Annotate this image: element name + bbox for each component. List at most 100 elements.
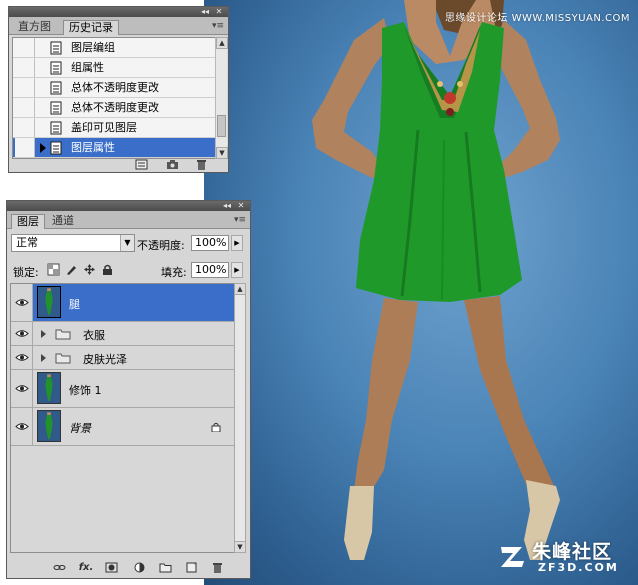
history-item-selected[interactable]: 图层属性 <box>13 138 221 158</box>
fill-input[interactable]: 100% <box>191 262 229 278</box>
new-group-icon[interactable] <box>159 562 172 573</box>
lock-fill-row: 锁定: 填充: 100% ▶ <box>7 259 250 281</box>
layers-panel-tabs: 图层 通道 ▾≡ <box>7 211 250 229</box>
scroll-up-icon[interactable]: ▲ <box>234 283 246 295</box>
history-source-toggle[interactable] <box>15 38 35 57</box>
history-item[interactable]: 盖印可见图层 <box>13 118 221 138</box>
trash-icon[interactable] <box>211 562 224 573</box>
history-source-toggle[interactable] <box>15 138 35 157</box>
fill-label: 填充: <box>161 266 187 279</box>
group-expand-triangle-icon[interactable] <box>41 330 46 338</box>
close-panel-icon[interactable]: ✕ <box>212 7 226 17</box>
chevron-down-icon[interactable]: ▼ <box>120 235 134 251</box>
layer-group-clothes[interactable]: 衣服 <box>11 322 235 346</box>
panel-menu-icon[interactable]: ▾≡ <box>234 214 246 226</box>
scroll-thumb[interactable] <box>217 115 226 137</box>
layer-mask-icon[interactable] <box>105 562 118 573</box>
layer-row-leg[interactable]: 腿 <box>11 284 235 322</box>
history-source-toggle[interactable] <box>15 58 35 77</box>
history-item-label: 盖印可见图层 <box>71 121 137 134</box>
history-scrollbar[interactable]: ▲ ▼ <box>215 37 228 159</box>
layers-panel-footer: fx. <box>7 558 250 578</box>
history-panel-titlebar[interactable]: ◂◂ ✕ <box>9 7 228 17</box>
layer-row-background[interactable]: 背景 <box>11 408 235 446</box>
panel-menu-icon[interactable]: ▾≡ <box>212 20 224 32</box>
eye-icon <box>15 423 29 430</box>
watermark-domain: ZF3D.COM <box>538 561 619 574</box>
lock-image-pixels-brush-icon[interactable] <box>65 263 78 276</box>
fill-slider-arrow-icon[interactable]: ▶ <box>231 262 243 278</box>
lock-all-padlock-icon[interactable] <box>101 263 114 276</box>
history-source-toggle[interactable] <box>15 118 35 137</box>
history-item[interactable]: 图层编组 <box>13 38 221 58</box>
layer-locked-padlock-icon <box>211 422 221 432</box>
history-item-label: 总体不透明度更改 <box>71 101 159 114</box>
history-item-label: 组属性 <box>71 61 104 74</box>
blend-mode-select[interactable]: 正常 ▼ <box>11 234 135 252</box>
history-panel: ◂◂ ✕ 直方图 历史记录 ▾≡ 图层编组 组属性 总体不透明度更改 总体不透明… <box>8 6 229 173</box>
zf3d-logo-icon <box>501 547 524 567</box>
layer-style-fx-icon[interactable]: fx. <box>77 562 95 573</box>
opacity-label: 不透明度: <box>137 239 185 252</box>
tab-histogram[interactable]: 直方图 <box>13 20 56 35</box>
layer-name: 背景 <box>69 422 91 435</box>
layer-thumbnail <box>37 286 61 318</box>
layer-name: 皮肤光泽 <box>83 353 127 366</box>
eye-icon <box>15 354 29 361</box>
new-document-from-state-icon[interactable] <box>135 159 148 170</box>
history-item[interactable]: 总体不透明度更改 <box>13 78 221 98</box>
collapse-panel-icon[interactable]: ◂◂ <box>220 201 234 211</box>
close-panel-icon[interactable]: ✕ <box>234 201 248 211</box>
blend-opacity-row: 正常 ▼ 不透明度: 100% ▶ <box>7 232 250 254</box>
tab-layers[interactable]: 图层 <box>11 214 45 229</box>
scroll-down-icon[interactable]: ▼ <box>234 541 246 553</box>
visibility-toggle[interactable] <box>11 370 33 407</box>
collapse-panel-icon[interactable]: ◂◂ <box>198 7 212 17</box>
adjustment-layer-icon[interactable] <box>133 562 146 573</box>
tab-history[interactable]: 历史记录 <box>63 20 119 35</box>
eye-icon <box>15 385 29 392</box>
layer-list: 腿 衣服 皮肤光泽 修饰 1 背景 <box>10 283 236 553</box>
current-state-marker-icon <box>40 143 46 153</box>
blend-mode-value: 正常 <box>16 236 38 249</box>
history-item[interactable]: 组属性 <box>13 58 221 78</box>
trash-icon[interactable] <box>195 159 208 170</box>
watermark-top: 思缘设计论坛 WWW.MISSYUAN.COM <box>444 13 630 24</box>
scroll-up-icon[interactable]: ▲ <box>216 37 228 49</box>
history-state-icon <box>50 81 62 95</box>
history-source-toggle[interactable] <box>15 78 35 97</box>
layer-name: 修饰 1 <box>69 384 102 397</box>
layers-scrollbar[interactable]: ▲ ▼ <box>234 283 246 553</box>
snapshot-camera-icon[interactable] <box>166 159 179 170</box>
history-panel-footer <box>9 158 228 172</box>
new-layer-icon[interactable] <box>185 562 198 573</box>
layer-name: 腿 <box>69 298 80 311</box>
layers-panel-titlebar[interactable]: ◂◂ ✕ <box>7 201 250 211</box>
group-expand-triangle-icon[interactable] <box>41 354 46 362</box>
lock-transparent-pixels-icon[interactable] <box>47 263 60 276</box>
lock-position-move-icon[interactable] <box>83 263 96 276</box>
layer-group-skin-gloss[interactable]: 皮肤光泽 <box>11 346 235 370</box>
visibility-toggle[interactable] <box>11 408 33 445</box>
history-panel-tabs: 直方图 历史记录 ▾≡ <box>9 17 228 35</box>
eye-icon <box>15 330 29 337</box>
opacity-slider-arrow-icon[interactable]: ▶ <box>231 235 243 251</box>
visibility-toggle[interactable] <box>11 322 33 345</box>
link-layers-icon[interactable] <box>53 562 66 573</box>
history-state-icon <box>50 41 62 55</box>
layer-row-retouch-1[interactable]: 修饰 1 <box>11 370 235 408</box>
history-item[interactable]: 总体不透明度更改 <box>13 98 221 118</box>
history-item-label: 图层属性 <box>71 141 115 154</box>
tab-channels[interactable]: 通道 <box>47 214 79 229</box>
history-state-icon <box>50 141 62 155</box>
visibility-toggle[interactable] <box>11 284 33 321</box>
history-item-label: 图层编组 <box>71 41 115 54</box>
document-canvas[interactable]: 思缘设计论坛 WWW.MISSYUAN.COM 朱峰社区 ZF3D.COM <box>204 0 638 585</box>
history-state-icon <box>50 101 62 115</box>
history-source-toggle[interactable] <box>15 98 35 117</box>
layer-thumbnail <box>37 372 61 404</box>
folder-icon <box>55 353 71 364</box>
opacity-input[interactable]: 100% <box>191 235 229 251</box>
photo-model-in-green-dress <box>312 0 560 560</box>
visibility-toggle[interactable] <box>11 346 33 369</box>
